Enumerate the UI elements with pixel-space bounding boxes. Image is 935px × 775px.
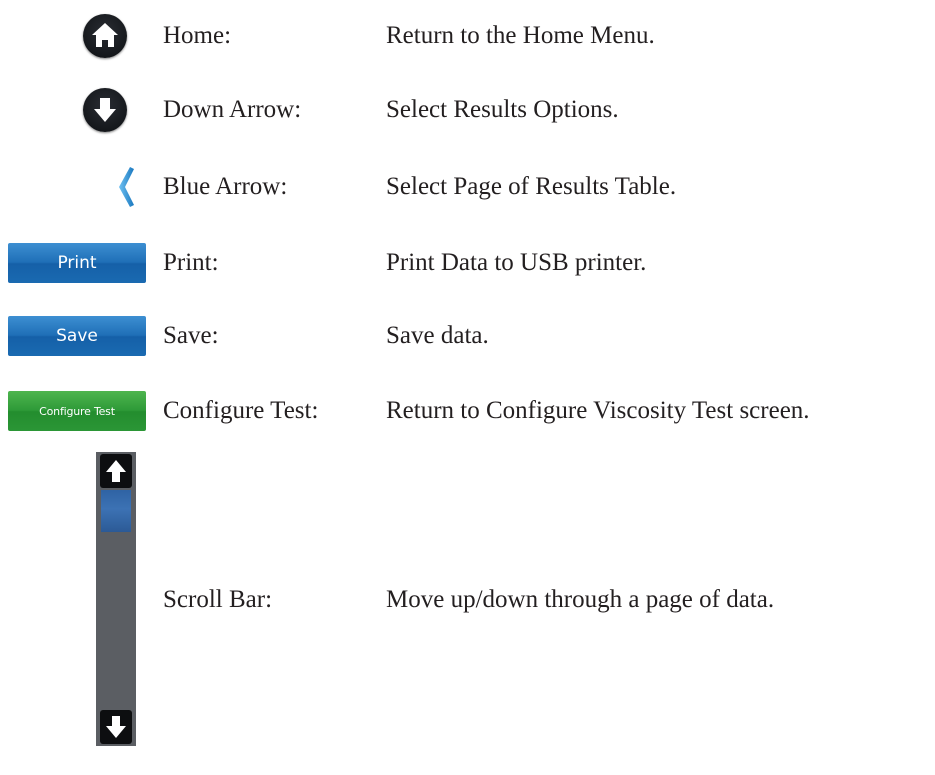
legend-term: Print: [163,249,219,276]
home-icon [83,14,127,58]
legend-term: Scroll Bar: [163,586,273,613]
blue-arrow-icon [119,167,134,207]
legend-term: Down Arrow: [163,96,302,123]
legend-description: Print Data to USB printer. [386,249,647,276]
scroll-bar [96,452,136,746]
legend-description: Select Results Options. [386,96,619,123]
legend-term: Home: [163,22,232,49]
save-button: Save [8,316,146,356]
configure-test-button: Configure Test [8,391,146,431]
scroll-thumb [101,490,131,532]
scroll-down-arrow-icon [100,710,132,744]
legend-description: Return to Configure Viscosity Test scree… [386,397,810,424]
legend-description: Save data. [386,322,489,349]
down-arrow-icon [83,88,127,132]
legend-description: Return to the Home Menu. [386,22,655,49]
print-button: Print [8,243,146,283]
legend-term: Blue Arrow: [163,173,288,200]
legend-term: Save: [163,322,219,349]
scroll-up-arrow-icon [100,454,132,488]
legend-description: Select Page of Results Table. [386,173,677,200]
legend-description: Move up/down through a page of data. [386,586,775,613]
legend-term: Configure Test: [163,397,319,424]
